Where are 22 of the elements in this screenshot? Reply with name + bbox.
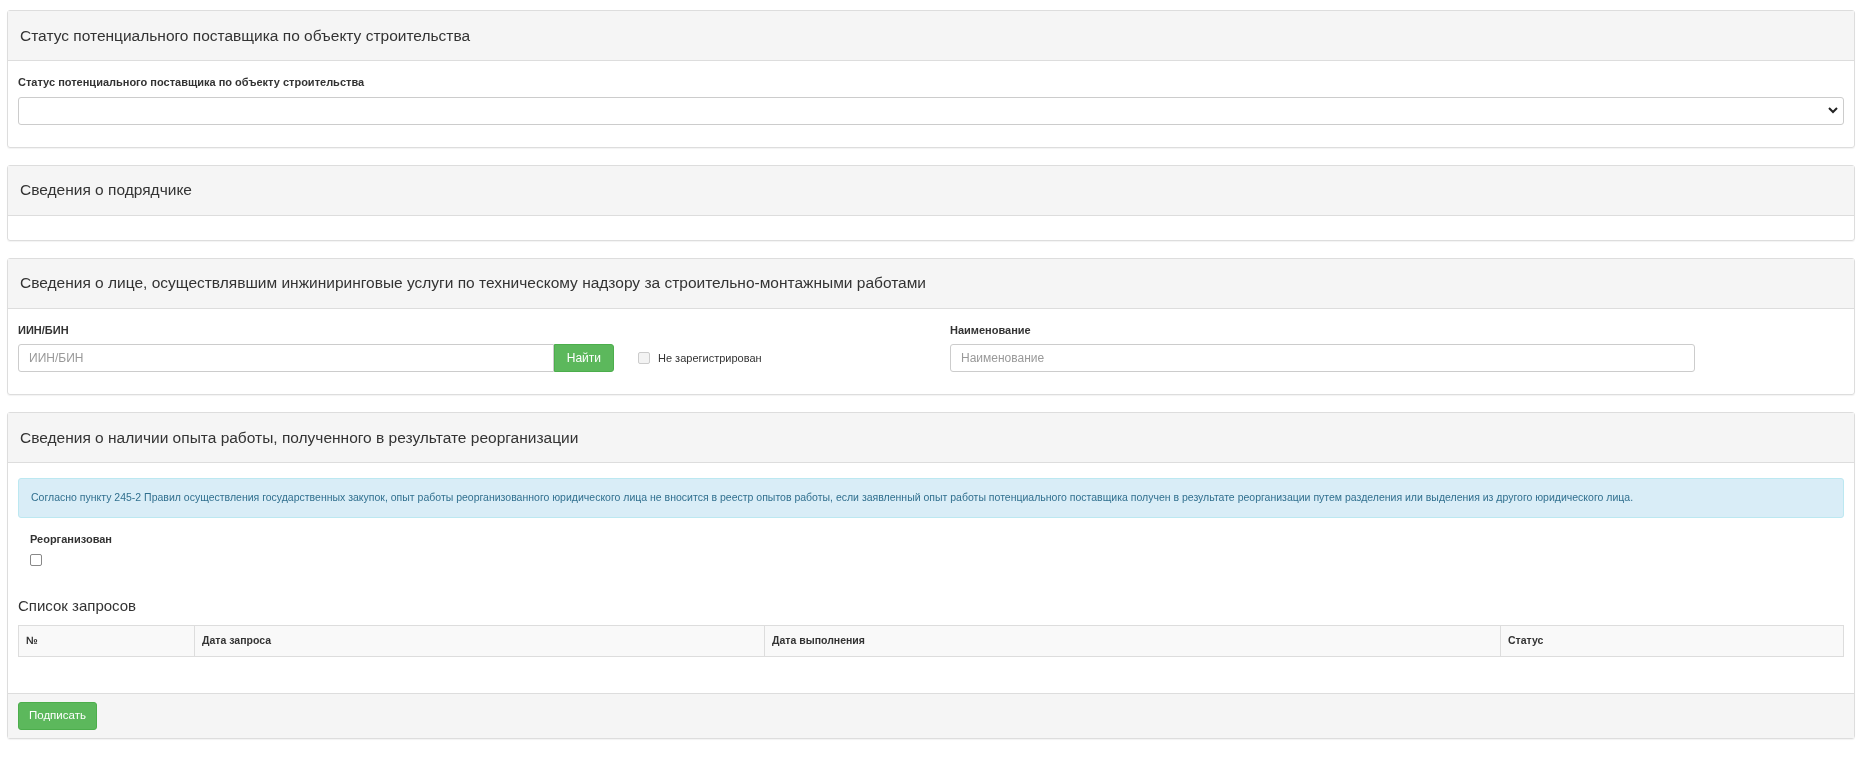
panel-title: Статус потенциального поставщика по объекту строительства bbox=[8, 11, 1854, 61]
status-select[interactable] bbox=[18, 96, 1844, 125]
field-label: Статус потенциального поставщика по объекту строительства bbox=[18, 75, 365, 90]
column-header: Дата запроса bbox=[194, 625, 765, 656]
field-label: Наименование bbox=[950, 322, 1031, 338]
column-header: Дата выполнения bbox=[764, 625, 1501, 656]
info-notice: Согласно пункту 245-2 Правил осуществления государственных закупок, опыт работы реорганизованного юридического лица не вносится в реестр опытов работы, если заявленный опыт работы потенциального поставщика получен в результате реорганизации путем разделения или выделения из другого юридического лица. bbox=[18, 478, 1844, 518]
checkbox[interactable] bbox=[30, 554, 42, 567]
column-header: № bbox=[18, 625, 195, 656]
name-field[interactable]: Наименование bbox=[950, 344, 1695, 372]
sign-button[interactable]: Подписать bbox=[18, 701, 97, 730]
iin-field[interactable]: ИИН/БИН bbox=[18, 344, 554, 372]
panel-title: Сведения о лице, осуществлявшим инжиниринговые услуги по техническому надзору за строительно-монтажными работами bbox=[8, 258, 1854, 309]
panel-title: Сведения о наличии опыта работы, полученного в результате реорганизации bbox=[8, 413, 1854, 463]
field-label: ИИН/БИН bbox=[18, 322, 69, 338]
field-label: Реорганизован bbox=[30, 531, 113, 547]
checkbox-label: Не зарегистрирован bbox=[658, 350, 762, 366]
panel-title: Сведения о подрядчике bbox=[8, 165, 1854, 216]
section-title: Список запросов bbox=[18, 596, 138, 617]
find-button[interactable]: Найти bbox=[553, 344, 614, 372]
column-header: Статус bbox=[1500, 625, 1844, 656]
chevron-down-icon bbox=[1828, 106, 1838, 114]
